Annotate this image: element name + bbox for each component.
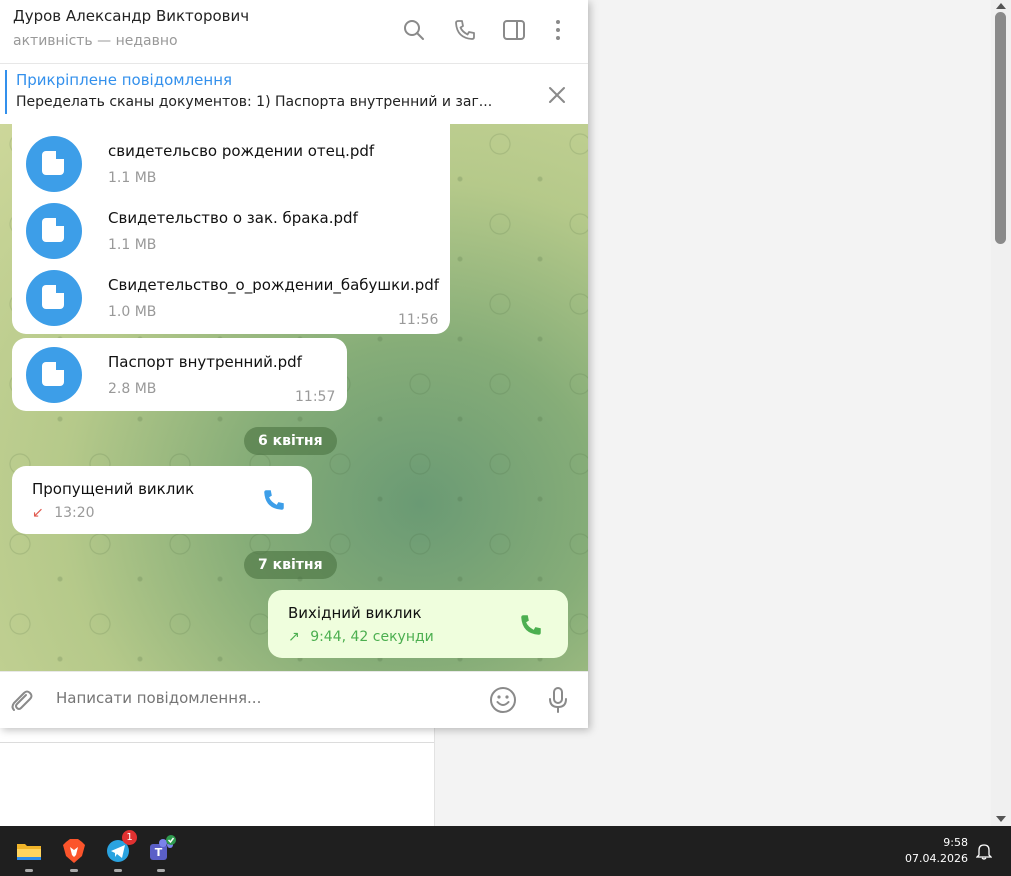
file-size: 2.8 MB xyxy=(108,381,157,397)
clock-date[interactable]: 07.04.2026 xyxy=(900,852,968,865)
scroll-down-arrow[interactable] xyxy=(996,816,1006,822)
chat-header: Дуров Александр Викторович активність — … xyxy=(0,0,588,64)
message-time: 11:57 xyxy=(295,389,336,405)
file-size: 1.1 MB xyxy=(108,237,157,253)
brave-browser-icon[interactable] xyxy=(57,834,91,872)
file-item[interactable]: свидетельсво рождении отец.pdf 1.1 MB xyxy=(26,136,446,196)
message-bubble-files[interactable]: свидетельсво рождении отец.pdf 1.1 MB Св… xyxy=(12,124,450,334)
page-scrollbar[interactable] xyxy=(991,0,1011,826)
document-icon[interactable] xyxy=(26,347,82,403)
microphone-icon[interactable] xyxy=(543,685,573,715)
file-name: Паспорт внутренний.pdf xyxy=(108,353,302,371)
scroll-thumb[interactable] xyxy=(995,12,1006,244)
call-title: Вихідний виклик xyxy=(288,604,422,622)
svg-text:T: T xyxy=(155,846,163,859)
phone-call-icon[interactable] xyxy=(261,487,287,513)
pinned-text: Переделать сканы документов: 1) Паспорта… xyxy=(16,94,493,110)
file-item[interactable]: Свидетельство_о_рождении_бабушки.pdf 1.0… xyxy=(26,270,446,330)
call-time: 9:44, 42 секунди xyxy=(310,629,434,645)
background-panel xyxy=(0,728,435,826)
close-icon[interactable] xyxy=(546,84,568,106)
file-size: 1.1 MB xyxy=(108,170,157,186)
call-time: 13:20 xyxy=(54,505,95,521)
taskbar: 1 T 9:58 07.04.2026 xyxy=(0,826,1011,876)
file-size: 1.0 MB xyxy=(108,304,157,320)
sidebar-toggle-icon[interactable] xyxy=(502,18,526,42)
background-right-area xyxy=(588,0,991,826)
telegram-icon[interactable]: 1 xyxy=(101,830,137,872)
clock-time[interactable]: 9:58 xyxy=(920,836,968,849)
phone-icon[interactable] xyxy=(453,18,477,42)
file-item[interactable]: Свидетельство о зак. брака.pdf 1.1 MB xyxy=(26,203,446,263)
document-icon[interactable] xyxy=(26,136,82,192)
document-icon[interactable] xyxy=(26,203,82,259)
outgoing-call-bubble[interactable]: Вихідний виклик ↗ 9:44, 42 секунди xyxy=(268,590,568,658)
pinned-title: Прикріплене повідомлення xyxy=(16,71,233,89)
missed-call-bubble[interactable]: Пропущений виклик ↙ 13:20 xyxy=(12,466,312,534)
call-title: Пропущений виклик xyxy=(32,480,195,498)
file-name: Свидетельство_о_рождении_бабушки.pdf xyxy=(108,276,440,294)
contact-status: активність — недавно xyxy=(13,33,178,49)
date-separator: 7 квітня xyxy=(244,551,337,579)
pinned-accent-bar xyxy=(5,70,7,114)
document-icon[interactable] xyxy=(26,270,82,326)
emoji-icon[interactable] xyxy=(488,685,518,715)
notification-bell-icon[interactable] xyxy=(976,842,992,860)
outgoing-call-arrow-icon: ↗ xyxy=(288,629,300,645)
chat-area[interactable]: свидетельсво рождении отец.pdf 1.1 MB Св… xyxy=(0,124,588,671)
teams-icon[interactable]: T xyxy=(144,834,178,872)
call-meta: ↗ 9:44, 42 секунди xyxy=(288,629,434,645)
phone-call-icon[interactable] xyxy=(518,612,544,638)
message-bubble-file[interactable]: Паспорт внутренний.pdf 2.8 MB 11:57 xyxy=(12,338,347,411)
file-name: свидетельсво рождении отец.pdf xyxy=(108,142,375,160)
file-explorer-icon[interactable] xyxy=(12,834,46,872)
search-icon[interactable] xyxy=(402,18,426,42)
pinned-message-bar[interactable]: Прикріплене повідомлення Переделать скан… xyxy=(0,64,588,125)
telegram-chat-window: Дуров Александр Викторович активність — … xyxy=(0,0,588,728)
message-time: 11:56 xyxy=(398,312,439,328)
more-vertical-icon[interactable] xyxy=(546,18,570,42)
call-meta: ↙ 13:20 xyxy=(32,505,95,521)
message-input[interactable] xyxy=(56,689,456,707)
notification-badge: 1 xyxy=(122,830,137,845)
file-name: Свидетельство о зак. брака.pdf xyxy=(108,209,358,227)
missed-call-arrow-icon: ↙ xyxy=(32,505,44,521)
attach-icon[interactable] xyxy=(6,686,36,716)
scroll-up-arrow[interactable] xyxy=(996,3,1006,9)
date-separator: 6 квітня xyxy=(244,427,337,455)
contact-name[interactable]: Дуров Александр Викторович xyxy=(13,7,249,25)
message-composer xyxy=(0,671,588,728)
